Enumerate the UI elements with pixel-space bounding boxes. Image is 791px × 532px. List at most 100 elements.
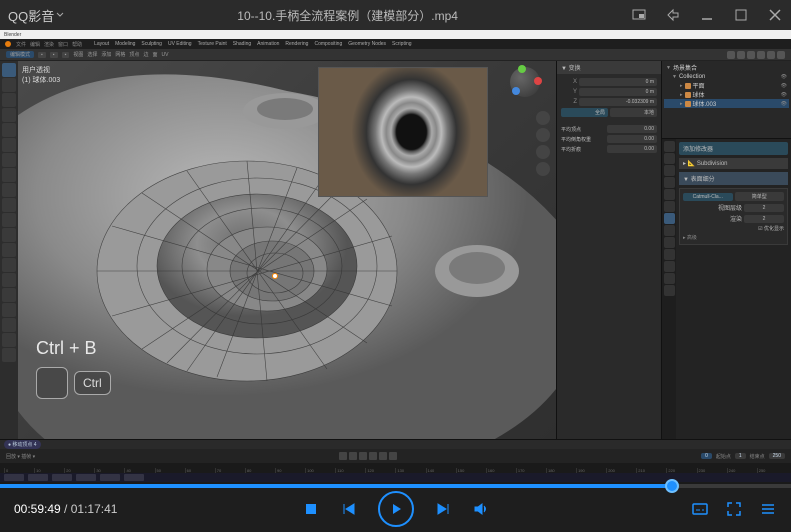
- npanel-mean-bevel[interactable]: 0.00: [607, 135, 657, 143]
- tab-sculpting[interactable]: Sculpting: [141, 41, 162, 47]
- header-menu-uv[interactable]: UV: [161, 52, 168, 58]
- prop-tab-texture-icon[interactable]: [664, 285, 675, 296]
- tool-transform-icon[interactable]: [2, 138, 16, 152]
- subsurf-simple[interactable]: 简单型: [735, 192, 785, 201]
- timeline-menu[interactable]: 回放 ▾ 插帧 ▾: [6, 453, 35, 460]
- viewport-3d[interactable]: 用户透视 (1) 球体.003: [18, 61, 556, 439]
- npanel-mean-vertex[interactable]: 0.00: [607, 125, 657, 133]
- taskbar-item[interactable]: [28, 474, 48, 481]
- tab-rendering[interactable]: Rendering: [285, 41, 308, 47]
- play-button[interactable]: [378, 491, 414, 527]
- outliner-scene-row[interactable]: ▼场景集合: [664, 63, 789, 72]
- viewport-gizmo[interactable]: [510, 67, 550, 107]
- tool-knife-icon[interactable]: [2, 243, 16, 257]
- taskbar-item[interactable]: [4, 474, 24, 481]
- tool-scale-icon[interactable]: [2, 123, 16, 137]
- menu-edit[interactable]: 编辑: [30, 41, 40, 48]
- gizmo-y-axis-icon[interactable]: [518, 65, 526, 73]
- seekbar-thumb[interactable]: [665, 479, 679, 493]
- gizmo-z-axis-icon[interactable]: [512, 87, 520, 95]
- tab-texturepaint[interactable]: Texture Paint: [198, 41, 227, 47]
- overlay-toggle-icon[interactable]: [727, 51, 735, 59]
- taskbar-item[interactable]: [76, 474, 96, 481]
- stop-button[interactable]: [302, 500, 320, 518]
- tab-animation[interactable]: Animation: [257, 41, 279, 47]
- header-menu-face[interactable]: 面: [152, 51, 157, 58]
- outliner-collection-row[interactable]: ▼Collection👁: [664, 72, 789, 81]
- tab-scripting[interactable]: Scripting: [392, 41, 411, 47]
- tl-play-icon[interactable]: [369, 452, 377, 460]
- tl-jump-end-icon[interactable]: [389, 452, 397, 460]
- tool-smooth-icon[interactable]: [2, 288, 16, 302]
- subtitle-button[interactable]: [691, 500, 709, 518]
- npanel-head-transform[interactable]: ▼ 变换: [557, 61, 661, 74]
- header-menu-vertex[interactable]: 顶点: [129, 51, 139, 58]
- shading-wireframe-icon[interactable]: [747, 51, 755, 59]
- tab-modeling[interactable]: Modeling: [115, 41, 135, 47]
- add-modifier-dropdown[interactable]: 添加修改器: [679, 142, 788, 155]
- tl-start[interactable]: 1: [735, 453, 746, 459]
- tl-jump-start-icon[interactable]: [339, 452, 347, 460]
- tool-shear-icon[interactable]: [2, 333, 16, 347]
- shading-solid-icon[interactable]: [757, 51, 765, 59]
- outliner-item-1[interactable]: ▸球体👁: [664, 90, 789, 99]
- menu-window[interactable]: 窗口: [58, 41, 68, 48]
- prev-button[interactable]: [340, 500, 358, 518]
- tool-bevel-icon[interactable]: [2, 213, 16, 227]
- minimize-icon[interactable]: [699, 7, 715, 23]
- subsurf-advanced[interactable]: ▸ 高级: [683, 234, 784, 241]
- header-menu-add[interactable]: 添加: [101, 51, 111, 58]
- tl-prev-key-icon[interactable]: [349, 452, 357, 460]
- prop-tab-data-icon[interactable]: [664, 261, 675, 272]
- header-menu-edge[interactable]: 边: [143, 51, 148, 58]
- tab-shading[interactable]: Shading: [233, 41, 251, 47]
- taskbar-item[interactable]: [52, 474, 72, 481]
- gizmo-x-axis-icon[interactable]: [534, 77, 542, 85]
- prop-tab-physics-icon[interactable]: [664, 237, 675, 248]
- tab-compositing[interactable]: Compositing: [314, 41, 342, 47]
- maximize-icon[interactable]: [733, 7, 749, 23]
- pip-icon[interactable]: [631, 7, 647, 23]
- outliner-item-2[interactable]: ▸球体.003👁: [664, 99, 789, 108]
- timeline-ruler[interactable]: 0102030405060708090100110120130140150160…: [0, 463, 791, 473]
- prop-tab-output-icon[interactable]: [664, 153, 675, 164]
- tool-annotate-icon[interactable]: [2, 153, 16, 167]
- subsurf-viewport-levels[interactable]: 2: [744, 204, 784, 212]
- npanel-x[interactable]: 0 m: [579, 78, 657, 86]
- vert-select-icon[interactable]: ▪: [38, 52, 46, 58]
- edge-select-icon[interactable]: ▪: [50, 52, 58, 58]
- prop-tab-modifier-icon[interactable]: [664, 213, 675, 224]
- more-button[interactable]: [759, 500, 777, 518]
- tool-loopcut-icon[interactable]: [2, 228, 16, 242]
- taskbar-item[interactable]: [124, 474, 144, 481]
- reference-image[interactable]: [318, 67, 488, 197]
- tool-polybuild-icon[interactable]: [2, 258, 16, 272]
- tool-cursor-icon[interactable]: [2, 78, 16, 92]
- subsurf-optimal[interactable]: ☑ 优化显示: [758, 225, 784, 232]
- tool-inset-icon[interactable]: [2, 198, 16, 212]
- npanel-mean-crease[interactable]: 0.00: [607, 145, 657, 153]
- fullscreen-button[interactable]: [725, 500, 743, 518]
- header-menu-view[interactable]: 视图: [73, 51, 83, 58]
- next-button[interactable]: [434, 500, 452, 518]
- header-menu-mesh[interactable]: 网格: [115, 51, 125, 58]
- player-app-name[interactable]: QQ影音: [8, 6, 64, 25]
- pan-icon[interactable]: [536, 128, 550, 142]
- prop-tab-viewlayer-icon[interactable]: [664, 165, 675, 176]
- taskbar-item[interactable]: [100, 474, 120, 481]
- modifier-subsurf-head[interactable]: ▼ 表面细分: [679, 172, 788, 185]
- tab-layout[interactable]: Layout: [94, 41, 109, 47]
- menu-file[interactable]: 文件: [16, 41, 26, 48]
- perspective-icon[interactable]: [536, 162, 550, 176]
- zoom-icon[interactable]: [536, 111, 550, 125]
- volume-button[interactable]: [472, 500, 490, 518]
- prop-tab-world-icon[interactable]: [664, 189, 675, 200]
- tool-measure-icon[interactable]: [2, 168, 16, 182]
- subsurf-catmull[interactable]: Catmull-Cla...: [683, 193, 733, 201]
- tool-rotate-icon[interactable]: [2, 108, 16, 122]
- tool-shrink-icon[interactable]: [2, 318, 16, 332]
- npanel-space[interactable]: 全局: [561, 108, 608, 117]
- subsurf-render-levels[interactable]: 2: [744, 215, 784, 223]
- xray-toggle-icon[interactable]: [737, 51, 745, 59]
- menu-help[interactable]: 帮助: [72, 41, 82, 48]
